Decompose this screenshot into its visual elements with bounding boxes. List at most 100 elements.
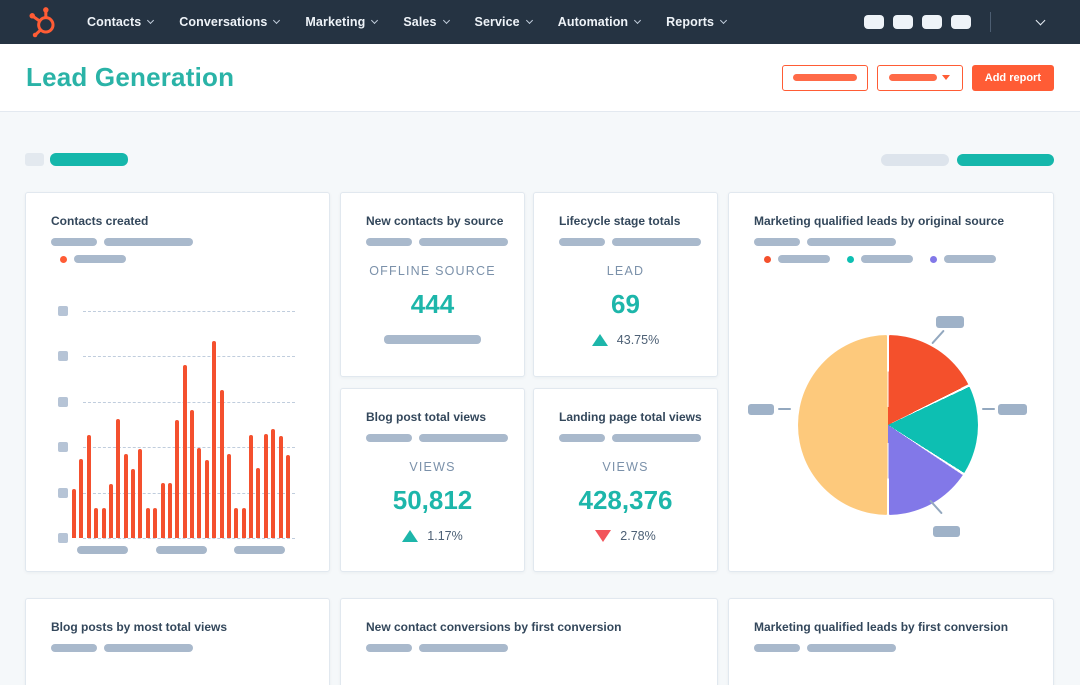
bar[interactable] bbox=[131, 469, 135, 538]
pie-callout-line bbox=[931, 329, 945, 345]
bar[interactable] bbox=[116, 419, 121, 538]
nav-item-contacts[interactable]: Contacts bbox=[74, 0, 166, 44]
nav-item-service[interactable]: Service bbox=[462, 0, 545, 44]
card-blog-posts-by-most-total-views: Blog posts by most total views bbox=[25, 598, 330, 685]
metric-label: OFFLINE SOURCE bbox=[369, 264, 496, 278]
page-title: Lead Generation bbox=[26, 62, 235, 92]
button-label-placeholder bbox=[889, 74, 938, 81]
metric-footer-placeholder bbox=[384, 335, 481, 344]
nav-utility-icon-placeholder[interactable] bbox=[893, 15, 913, 29]
bar[interactable] bbox=[212, 341, 217, 538]
filter-controls bbox=[881, 153, 1054, 166]
bar[interactable] bbox=[263, 434, 268, 538]
bar[interactable] bbox=[79, 459, 84, 538]
nav-item-automation[interactable]: Automation bbox=[545, 0, 653, 44]
dashboard-dropdown-button-placeholder[interactable] bbox=[876, 64, 963, 91]
axis-tick-placeholder bbox=[58, 351, 68, 361]
bar[interactable] bbox=[234, 508, 239, 538]
bar[interactable] bbox=[108, 484, 113, 538]
bar[interactable] bbox=[226, 454, 231, 538]
legend-item bbox=[764, 255, 830, 263]
metric-label: LEAD bbox=[606, 264, 645, 278]
chevron-down-icon bbox=[525, 16, 533, 24]
card-subtitle-placeholder bbox=[51, 644, 329, 652]
delta-up-icon bbox=[591, 334, 608, 346]
card-title: Blog post total views bbox=[366, 410, 487, 424]
dashboard-name-placeholder[interactable] bbox=[50, 153, 128, 166]
dashboard-filter-row bbox=[25, 153, 1054, 166]
bar[interactable] bbox=[241, 508, 246, 538]
bar[interactable] bbox=[101, 508, 106, 538]
nav-item-label: Sales bbox=[403, 15, 437, 29]
metric-value: 444 bbox=[410, 289, 455, 319]
delta-up-icon bbox=[402, 530, 419, 542]
nav-item-conversations[interactable]: Conversations bbox=[166, 0, 292, 44]
pie-callout-label-placeholder bbox=[748, 404, 774, 415]
account-chevron-down-icon[interactable] bbox=[1035, 15, 1046, 25]
bar[interactable] bbox=[86, 435, 91, 538]
card-lifecycle-stage-totals: Lifecycle stage totals LEAD 69 43.75% bbox=[533, 192, 718, 377]
axis-tick-placeholder bbox=[58, 442, 68, 452]
hubspot-logo-icon[interactable] bbox=[26, 5, 60, 39]
bar[interactable] bbox=[197, 448, 202, 538]
metric-delta: 2.78% bbox=[534, 529, 717, 543]
share-control-placeholder[interactable] bbox=[957, 153, 1054, 166]
nav-utility-icon-placeholder[interactable] bbox=[951, 15, 971, 29]
card-subtitle-placeholder bbox=[366, 644, 717, 652]
bar[interactable] bbox=[138, 449, 143, 538]
bar[interactable] bbox=[160, 483, 165, 538]
nav-item-sales[interactable]: Sales bbox=[390, 0, 461, 44]
card-title: New contacts by source bbox=[366, 214, 504, 228]
bar[interactable] bbox=[219, 390, 224, 538]
nav-utility-area bbox=[855, 12, 1058, 32]
back-control-placeholder[interactable] bbox=[25, 153, 44, 166]
bar[interactable] bbox=[190, 410, 194, 538]
bar[interactable] bbox=[167, 483, 172, 538]
nav-utility-icon-placeholder[interactable] bbox=[922, 15, 942, 29]
nav-item-label: Service bbox=[474, 15, 520, 29]
bar[interactable] bbox=[256, 468, 261, 538]
bar[interactable] bbox=[145, 508, 150, 538]
dashboard-body: Contacts created New contacts by source … bbox=[0, 112, 1080, 685]
nav-item-reports[interactable]: Reports bbox=[653, 0, 739, 44]
card-title: Landing page total views bbox=[559, 410, 702, 424]
x-axis-labels bbox=[72, 546, 290, 554]
bar[interactable] bbox=[182, 365, 187, 538]
axis-tick-placeholder bbox=[58, 488, 68, 498]
pie-chart[interactable] bbox=[798, 335, 978, 515]
date-filter-placeholder[interactable] bbox=[881, 153, 949, 166]
chevron-down-icon bbox=[634, 16, 642, 24]
nav-item-label: Automation bbox=[557, 15, 629, 29]
bar[interactable] bbox=[94, 508, 99, 538]
card-new-contact-conversions: New contact conversions by first convers… bbox=[340, 598, 718, 685]
bar[interactable] bbox=[175, 420, 180, 538]
bar[interactable] bbox=[204, 460, 209, 538]
pie-callout-label-placeholder bbox=[998, 404, 1027, 415]
bar[interactable] bbox=[123, 454, 128, 538]
bar[interactable] bbox=[271, 429, 276, 538]
pie-callout-label-placeholder bbox=[936, 316, 964, 328]
nav-utility-icon-placeholder[interactable] bbox=[864, 15, 884, 29]
x-axis-label-placeholder bbox=[234, 546, 285, 554]
card-subtitle-placeholder bbox=[51, 238, 329, 246]
nav-item-label: Reports bbox=[666, 15, 715, 29]
card-title: Lifecycle stage totals bbox=[559, 214, 681, 228]
bar[interactable] bbox=[72, 489, 76, 538]
card-subtitle-placeholder bbox=[366, 434, 524, 442]
legend-label-placeholder bbox=[944, 255, 996, 263]
legend-dot bbox=[764, 255, 771, 263]
add-report-button[interactable]: Add report bbox=[971, 64, 1054, 91]
axis-tick-placeholder bbox=[58, 533, 68, 543]
nav-item-marketing[interactable]: Marketing bbox=[292, 0, 390, 44]
pie-callout-line bbox=[982, 408, 995, 410]
card-subtitle-placeholder bbox=[754, 238, 1053, 246]
chevron-down-icon bbox=[442, 16, 450, 24]
bar[interactable] bbox=[285, 455, 290, 538]
card-mql-by-original-source: Marketing qualified leads by original so… bbox=[728, 192, 1054, 572]
bar[interactable] bbox=[249, 435, 253, 538]
dashboard-action-button-placeholder[interactable] bbox=[781, 64, 868, 91]
bar[interactable] bbox=[153, 508, 158, 538]
page-header: Lead Generation Add report bbox=[0, 44, 1080, 112]
bar[interactable] bbox=[278, 436, 283, 538]
card-title: Contacts created bbox=[51, 214, 149, 228]
